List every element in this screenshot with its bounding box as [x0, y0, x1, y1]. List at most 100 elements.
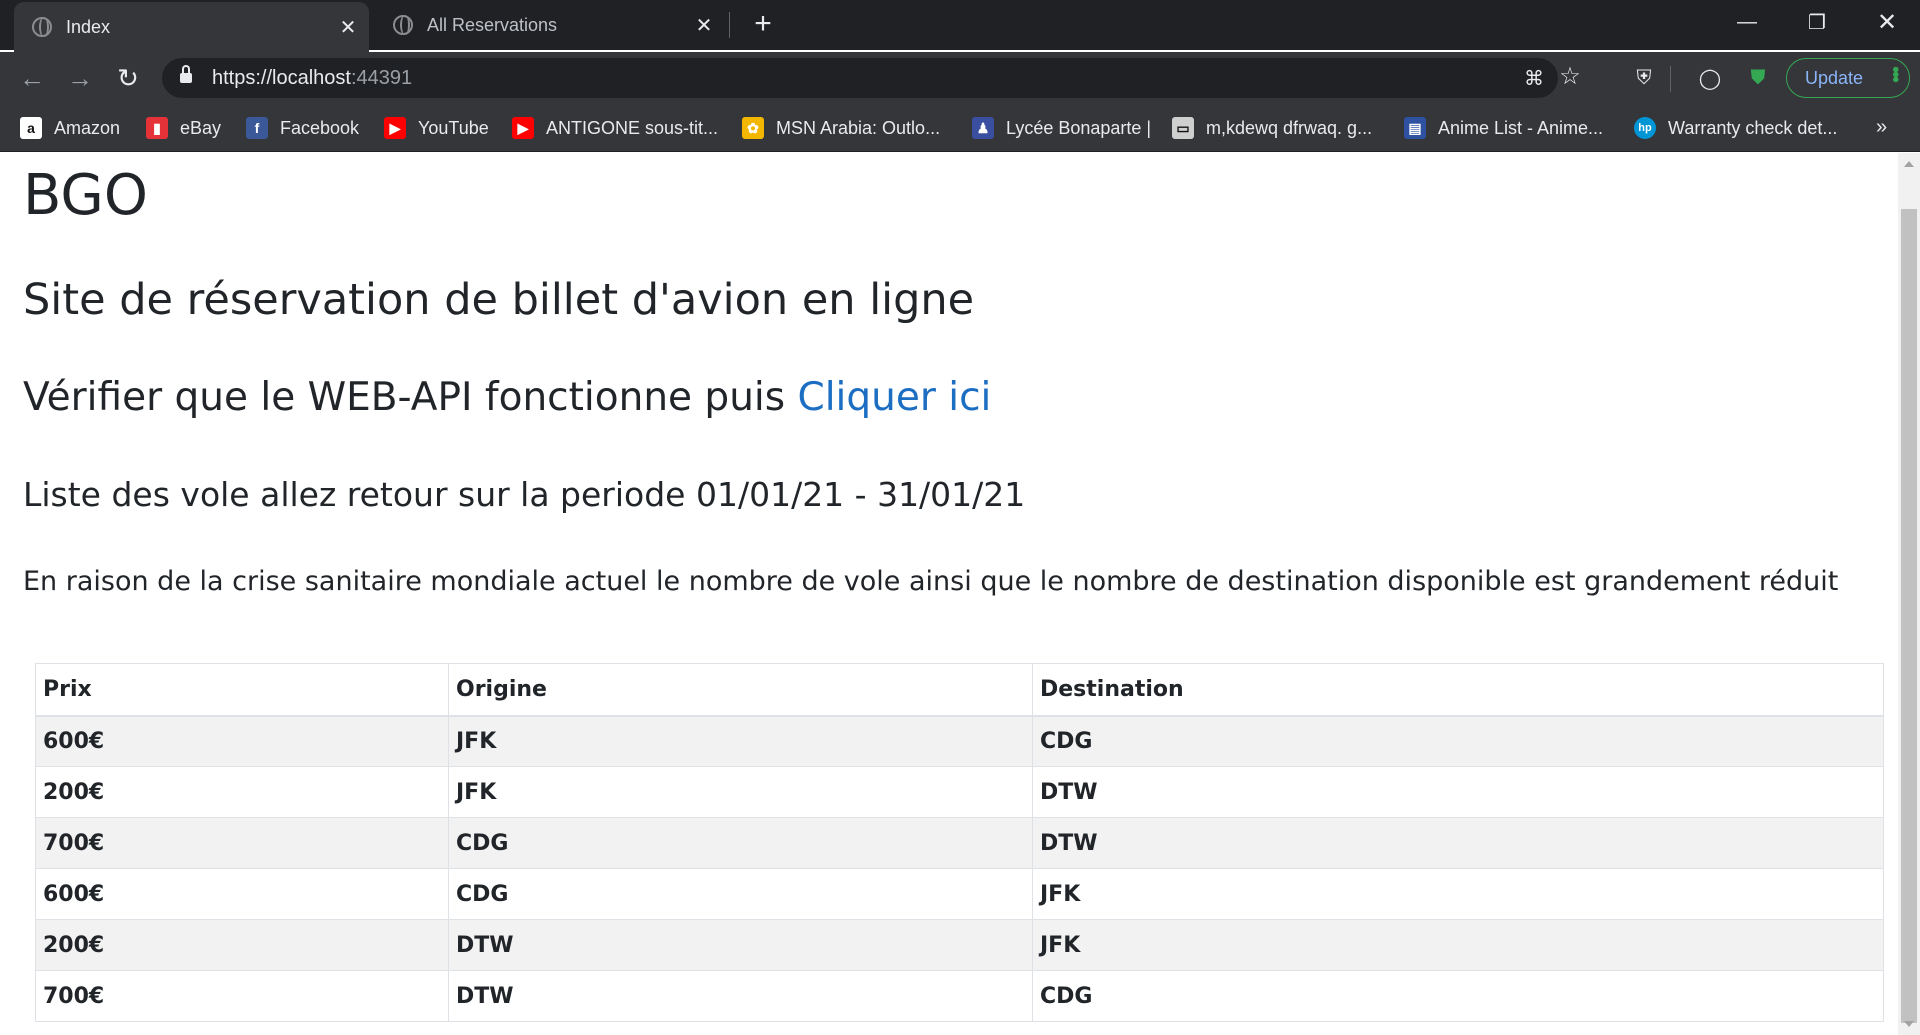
shield-extension-icon[interactable]: ⛊	[1744, 64, 1772, 92]
table-row: 600€ JFK CDG	[35, 715, 1884, 767]
flights-table: Prix Origine Destination 600€ JFK CDG 20…	[35, 663, 1884, 1022]
header-destination: Destination	[1032, 663, 1884, 717]
close-window-button[interactable]: ✕	[1858, 0, 1916, 44]
bookmark-label: Lycée Bonaparte |	[1006, 117, 1152, 138]
amazon-icon: a	[20, 117, 42, 139]
cell-origine: JFK	[448, 766, 1033, 818]
restore-button[interactable]: ❐	[1788, 0, 1846, 44]
tab-index[interactable]: Index ✕	[14, 2, 369, 52]
bookmark-item[interactable]: ▶ YouTube	[384, 116, 489, 140]
minimize-button[interactable]: —	[1718, 0, 1776, 44]
reload-button[interactable]: ↻	[112, 62, 144, 94]
tab-strip: Index ✕ All Reservations ✕ + — ❐ ✕	[0, 0, 1920, 52]
brand-heading: BGO	[23, 163, 148, 228]
bookmark-item[interactable]: ♟ Lycée Bonaparte |	[972, 116, 1151, 140]
youtube-icon: ▶	[512, 117, 534, 139]
bookmark-item[interactable]: ✿ MSN Arabia: Outlo...	[742, 116, 940, 140]
cell-prix: 200€	[35, 766, 449, 818]
bookmark-label: Anime List - Anime...	[1438, 117, 1604, 138]
forward-button[interactable]: →	[64, 62, 96, 94]
bookmark-item[interactable]: ▭ m,kdewq dfrwaq. g...	[1172, 116, 1372, 140]
cell-destination: CDG	[1032, 970, 1884, 1022]
scroll-down-arrow-icon[interactable]	[1904, 1021, 1914, 1027]
bookmark-item[interactable]: ▶ ANTIGONE sous-tit...	[512, 116, 718, 140]
cell-destination: CDG	[1032, 715, 1884, 767]
cell-destination: JFK	[1032, 868, 1884, 920]
bookmark-label: Warranty check det...	[1668, 117, 1838, 138]
cell-origine: CDG	[448, 868, 1033, 920]
cell-destination: DTW	[1032, 766, 1884, 818]
cell-prix: 600€	[35, 868, 449, 920]
translate-icon[interactable]: ⌘	[1522, 66, 1546, 90]
table-header-row: Prix Origine Destination	[35, 663, 1884, 717]
menu-dots-icon: •••	[1884, 66, 1906, 82]
table-row: 200€ DTW JFK	[35, 919, 1884, 971]
ebay-icon: ▮	[146, 117, 168, 139]
flights-table-container: Prix Origine Destination 600€ JFK CDG 20…	[35, 663, 1884, 1022]
cell-prix: 600€	[35, 715, 449, 767]
notice-text: En raison de la crise sanitaire mondiale…	[23, 566, 1839, 597]
youtube-icon: ▶	[384, 117, 406, 139]
close-tab-icon[interactable]: ✕	[335, 14, 361, 40]
profile-icon[interactable]: ◯	[1696, 64, 1724, 92]
close-tab-icon[interactable]: ✕	[691, 12, 717, 38]
header-prix: Prix	[35, 663, 449, 717]
cell-origine: DTW	[448, 970, 1033, 1022]
more-bookmarks-icon[interactable]: »	[1876, 116, 1887, 139]
flight-list-title: Liste des vole allez retour sur la perio…	[23, 475, 1026, 514]
bookmark-label: YouTube	[418, 117, 489, 138]
table-row: 700€ CDG DTW	[35, 817, 1884, 869]
bookmark-item[interactable]: a Amazon	[20, 116, 120, 140]
tab-separator	[729, 12, 730, 38]
table-row: 600€ CDG JFK	[35, 868, 1884, 920]
lycee-icon: ♟	[972, 117, 994, 139]
bookmark-item[interactable]: ▤ Anime List - Anime...	[1404, 116, 1603, 140]
cell-origine: DTW	[448, 919, 1033, 971]
pdf-icon: ▭	[1172, 117, 1194, 139]
header-origine: Origine	[448, 663, 1033, 717]
bookmark-star-icon[interactable]: ☆	[1558, 63, 1582, 90]
tab-title: All Reservations	[427, 14, 558, 35]
bookmark-label: Facebook	[280, 117, 360, 138]
address-bar[interactable]: https://localhost:44391 ⌘ ☆	[162, 58, 1581, 98]
bookmark-label: m,kdewq dfrwaq. g...	[1206, 117, 1373, 138]
new-tab-button[interactable]: +	[748, 9, 778, 40]
browser-toolbar: ← → ↻ https://localhost:44391 ⌘ ☆ ⛨ ◯ ⛊ …	[0, 52, 1920, 104]
cell-destination: JFK	[1032, 919, 1884, 971]
globe-icon	[393, 15, 413, 35]
cliquer-ici-link[interactable]: Cliquer ici	[797, 375, 991, 420]
cell-origine: CDG	[448, 817, 1033, 869]
bookmark-label: Amazon	[54, 117, 121, 138]
tab-title: Index	[66, 16, 111, 37]
cell-prix: 700€	[35, 970, 449, 1022]
vertical-scrollbar[interactable]	[1898, 153, 1920, 1035]
scroll-up-arrow-icon[interactable]	[1904, 161, 1914, 167]
bookmarks-bar: a Amazon ▮ eBay f Facebook ▶ YouTube ▶ ANTIGONE s…	[0, 104, 1920, 152]
adblock-extension-icon[interactable]: ⛨	[1630, 64, 1658, 92]
msn-icon: ✿	[742, 117, 764, 139]
bookmark-label: MSN Arabia: Outlo...	[776, 117, 941, 138]
cell-prix: 700€	[35, 817, 449, 869]
globe-icon	[32, 17, 52, 37]
anime-icon: ▤	[1404, 117, 1426, 139]
site-title: Site de réservation de billet d'avion en…	[23, 275, 975, 325]
table-row: 200€ JFK DTW	[35, 766, 1884, 818]
facebook-icon: f	[246, 117, 268, 139]
update-button[interactable]: Update •••	[1786, 58, 1910, 98]
hp-icon: hp	[1634, 117, 1656, 139]
api-check-heading: Vérifier que le WEB-API fonctionne puis …	[23, 375, 991, 420]
url-text[interactable]: https://localhost:44391	[212, 67, 412, 90]
cell-destination: DTW	[1032, 817, 1884, 869]
toolbar-separator	[1670, 66, 1671, 92]
back-button[interactable]: ←	[16, 62, 48, 94]
bookmark-item[interactable]: hp Warranty check det...	[1634, 116, 1837, 140]
page-viewport: BGO Site de réservation de billet d'avio…	[0, 153, 1898, 1035]
bookmark-label: eBay	[180, 117, 222, 138]
bookmark-label: ANTIGONE sous-tit...	[546, 117, 719, 138]
cell-origine: JFK	[448, 715, 1033, 767]
tab-all-reservations[interactable]: All Reservations ✕	[375, 0, 725, 50]
lock-icon	[180, 65, 192, 84]
bookmark-item[interactable]: ▮ eBay	[146, 116, 221, 140]
scrollbar-thumb[interactable]	[1901, 209, 1917, 1023]
bookmark-item[interactable]: f Facebook	[246, 116, 359, 140]
